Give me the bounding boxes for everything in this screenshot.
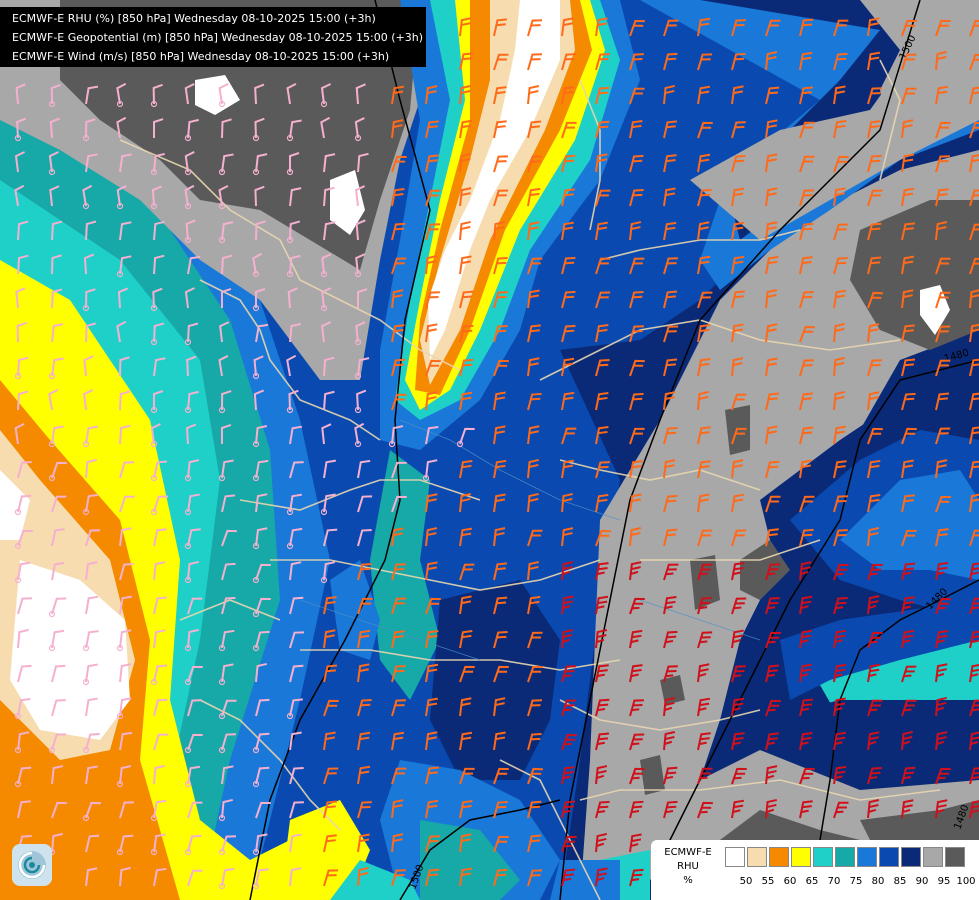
legend-title: ECMWF-E [664, 847, 712, 858]
legend-tick: 75 [849, 876, 863, 887]
legend-tick: 65 [805, 876, 819, 887]
color-legend: ECMWF-E RHU % 50 55 60 65 70 75 80 85 90 95 100 [651, 840, 979, 900]
map-header: ECMWF-E RHU (%) [850 hPa] Wednesday 08-1… [0, 7, 426, 67]
legend-unit: % [683, 875, 693, 886]
legend-swatch [747, 847, 767, 867]
legend-swatch [901, 847, 921, 867]
legend-swatch [835, 847, 855, 867]
legend-tick: 85 [893, 876, 907, 887]
legend-swatch [923, 847, 943, 867]
legend-tick: 95 [937, 876, 951, 887]
weather-map: 1500 1480 1480 1500 1480 ECMWF-E RHU (%)… [0, 0, 979, 900]
legend-tick: 55 [761, 876, 775, 887]
legend-swatch [945, 847, 965, 867]
rhu-field-map: 1500 1480 1480 1500 1480 [0, 0, 979, 900]
legend-variable: RHU [677, 861, 699, 872]
legend-tick: 60 [783, 876, 797, 887]
legend-swatch [725, 847, 745, 867]
legend-tick: 70 [827, 876, 841, 887]
header-line-geopotential: ECMWF-E Geopotential (m) [850 hPa] Wedne… [12, 31, 423, 44]
legend-swatch [857, 847, 877, 867]
ecmwf-logo-icon [12, 844, 52, 886]
legend-swatches [725, 847, 967, 867]
legend-ticks: 50 55 60 65 70 75 80 85 90 95 100 [735, 876, 977, 887]
legend-tick: 80 [871, 876, 885, 887]
legend-swatch [879, 847, 899, 867]
header-line-wind: ECMWF-E Wind (m/s) [850 hPa] Wednesday 0… [12, 50, 390, 63]
legend-swatch [791, 847, 811, 867]
legend-tick: 50 [739, 876, 753, 887]
legend-tick: 100 [956, 876, 976, 887]
header-line-rhu: ECMWF-E RHU (%) [850 hPa] Wednesday 08-1… [12, 12, 376, 25]
legend-swatch [769, 847, 789, 867]
legend-swatch [813, 847, 833, 867]
legend-tick: 90 [915, 876, 929, 887]
